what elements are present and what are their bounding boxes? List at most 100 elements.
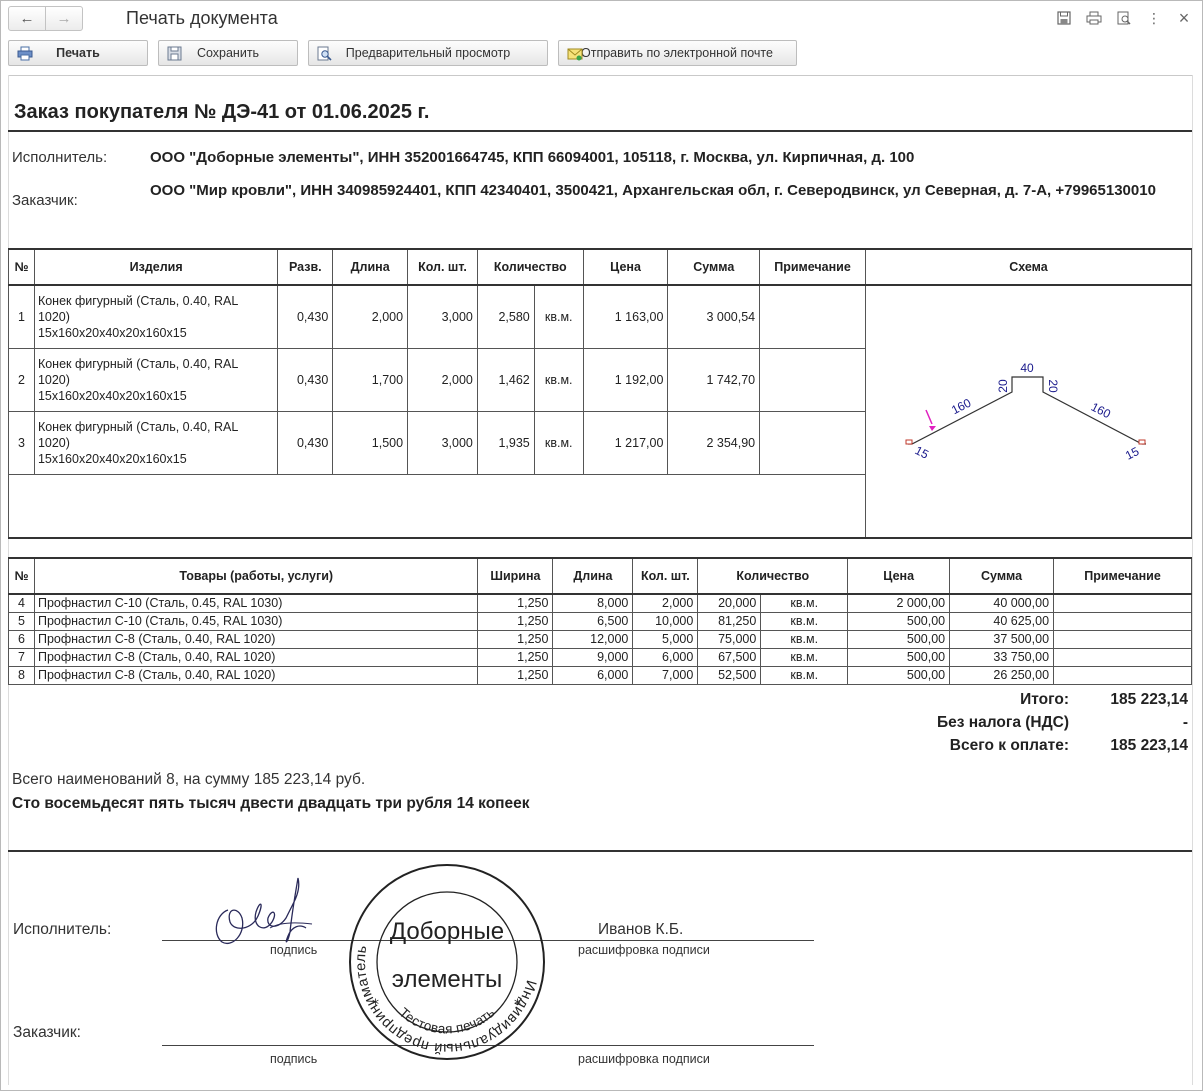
- row-qty: 2,580: [476, 284, 535, 349]
- row-razv: 0,430: [277, 347, 334, 413]
- navigation-group: ← →: [8, 6, 83, 31]
- row-razv: 0,430: [277, 410, 334, 476]
- row-pcs: 2,000: [632, 593, 699, 613]
- header-price: Цена: [582, 248, 669, 286]
- row-pcs: 3,000: [407, 284, 478, 349]
- row-price: 1 192,00: [582, 347, 669, 413]
- print-button[interactable]: Печать: [8, 40, 148, 66]
- header-price: Цена: [847, 557, 951, 595]
- total-value: 185 223,14: [1110, 691, 1188, 708]
- row-note: [1053, 648, 1192, 667]
- customer-signature-caption: подпись: [270, 1052, 318, 1066]
- handwritten-signature: [215, 877, 313, 944]
- customer-decode-caption: расшифровка подписи: [578, 1052, 710, 1066]
- row-qty: 75,000: [697, 630, 761, 649]
- amount-in-words: Сто восемьдесят пять тысяч двести двадца…: [12, 795, 530, 812]
- toolbar: Печать Сохранить Предварительный просмот…: [8, 40, 797, 66]
- row-width: 1,250: [477, 630, 554, 649]
- products-header-row: № Изделия Разв. Длина Кол. шт. Количеств…: [8, 248, 1193, 286]
- row-length: 8,000: [552, 593, 634, 613]
- products-table: № Изделия Разв. Длина Кол. шт. Количеств…: [8, 248, 1193, 539]
- scheme-label-right-small: 20: [1046, 379, 1060, 393]
- header-note: Примечание: [759, 248, 866, 286]
- row-qty: 1,462: [476, 347, 535, 413]
- row-num: 6: [8, 630, 35, 649]
- window-title: Печать документа: [126, 8, 278, 28]
- row-sum: 37 500,00: [949, 630, 1055, 649]
- arrow-right-icon: →: [56, 10, 72, 27]
- scheme-label-left-end: 15: [913, 443, 932, 462]
- row-razv: 0,430: [277, 284, 334, 349]
- row-unit: кв.м.: [533, 410, 584, 476]
- total-label: Итого:: [1020, 691, 1069, 708]
- row-name: Конек фигурный (Сталь, 0.40, RAL 1020) 15х…: [33, 284, 279, 349]
- header-pcs: Кол. шт.: [407, 248, 478, 286]
- executor-name: Иванов К.Б.: [598, 921, 684, 938]
- table-row: 1 Конек фигурный (Сталь, 0.40, RAL 1020) 1…: [8, 284, 1193, 539]
- empty-cell: [8, 474, 866, 539]
- header-qty: Количество: [476, 248, 584, 286]
- forward-button[interactable]: →: [45, 7, 82, 30]
- header-pcs: Кол. шт.: [632, 557, 699, 595]
- header-razv: Разв.: [277, 248, 334, 286]
- stamp-star-left: *: [372, 997, 379, 1013]
- stamp-star-right: *: [514, 997, 521, 1013]
- row-unit: кв.м.: [760, 666, 849, 685]
- preview-button[interactable]: Предварительный просмотр: [308, 40, 548, 66]
- customer-signature-label: Заказчик:: [13, 1024, 81, 1041]
- row-unit: кв.м.: [760, 593, 849, 613]
- name-line: 1020): [37, 436, 70, 451]
- executor-decode-caption: расшифровка подписи: [578, 943, 710, 957]
- row-price: 500,00: [847, 666, 951, 685]
- row-name: Профнастил С-8 (Сталь, 0.40, RAL 1020): [33, 648, 479, 667]
- name-line: Конек фигурный (Сталь, 0.40, RAL: [37, 420, 239, 435]
- ridge-scheme-drawing: 40 20 20 160 160 15 15: [905, 361, 1146, 463]
- save-button[interactable]: Сохранить: [158, 40, 298, 66]
- row-num: 1: [8, 284, 35, 349]
- row-num: 7: [8, 648, 35, 667]
- row-pcs: 5,000: [632, 630, 699, 649]
- row-unit: кв.м.: [760, 648, 849, 667]
- more-icon[interactable]: ⋮: [1143, 8, 1165, 28]
- stamp-line-1: Доборные: [390, 918, 504, 945]
- row-width: 1,250: [477, 612, 554, 631]
- document-title: Заказ покупателя № ДЭ-41 от 01.06.2025 г…: [14, 101, 430, 123]
- row-unit: кв.м.: [760, 630, 849, 649]
- row-width: 1,250: [477, 593, 554, 613]
- customer-value: ООО "Мир кровли", ИНН 340985924401, КПП …: [150, 182, 1156, 199]
- scheme-right-end-mark: [1138, 439, 1146, 445]
- row-name: Профнастил С-10 (Сталь, 0.45, RAL 1030): [33, 593, 479, 613]
- save-icon[interactable]: [1053, 8, 1075, 28]
- row-num: 4: [8, 593, 35, 613]
- row-pcs: 3,000: [407, 410, 478, 476]
- print-icon[interactable]: [1083, 8, 1105, 28]
- goods-header-row: № Товары (работы, услуги) Ширина Длина К…: [8, 557, 1192, 595]
- header-note: Примечание: [1053, 557, 1192, 595]
- title-divider: [8, 130, 1192, 132]
- name-line: Конек фигурный (Сталь, 0.40, RAL: [37, 356, 239, 371]
- stamp-line-2: элементы: [392, 966, 502, 993]
- row-pcs: 7,000: [632, 666, 699, 685]
- preview-icon[interactable]: [1113, 8, 1135, 28]
- row-note: [759, 347, 866, 413]
- email-button[interactable]: Отправить по электронной почте: [558, 40, 797, 66]
- row-pcs: 6,000: [632, 648, 699, 667]
- customer-label: Заказчик:: [12, 192, 78, 209]
- row-price: 1 217,00: [582, 410, 669, 476]
- close-icon[interactable]: ×: [1173, 8, 1195, 28]
- back-button[interactable]: ←: [9, 7, 45, 30]
- row-name: Профнастил С-8 (Сталь, 0.40, RAL 1020): [33, 666, 479, 685]
- row-sum: 40 000,00: [949, 593, 1055, 613]
- table-row: 8 Профнастил С-8 (Сталь, 0.40, RAL 1020)…: [8, 666, 1192, 685]
- row-note: [759, 284, 866, 349]
- row-unit: кв.м.: [533, 347, 584, 413]
- row-width: 1,250: [477, 666, 554, 685]
- window-controls: ⋮ ×: [1053, 8, 1195, 28]
- row-width: 1,250: [477, 648, 554, 667]
- row-sum: 2 354,90: [667, 410, 761, 476]
- scheme-cell: 40 20 20 160 160 15 15: [864, 284, 1193, 539]
- header-qty: Количество: [697, 557, 849, 595]
- stamp-ring-path: Индивидуальный предприниматель: [353, 944, 538, 1056]
- scheme-left-end-mark: [905, 439, 913, 445]
- name-line: 15х160х20х40х20х160х15: [37, 452, 187, 467]
